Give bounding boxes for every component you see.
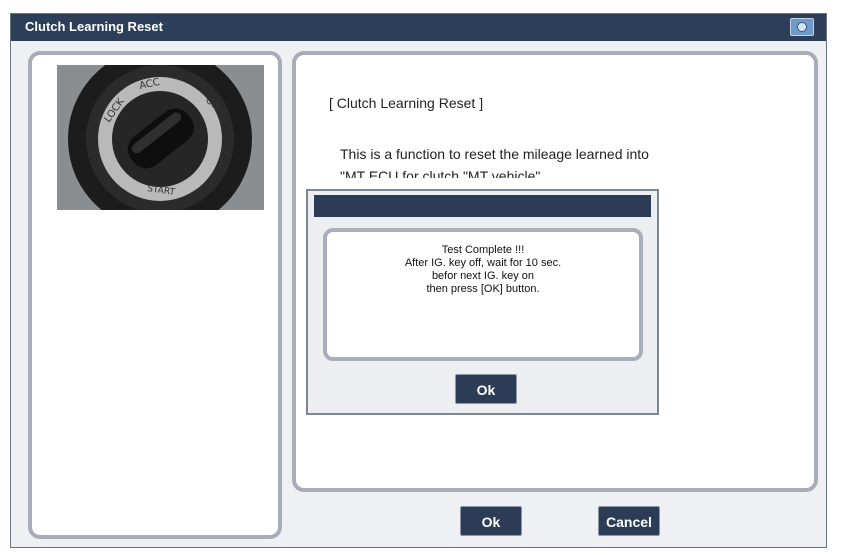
dialog-ok-button[interactable]: Ok <box>455 374 517 404</box>
ignition-key-photo: LOCK ACC ON START <box>57 65 264 210</box>
dialog-message-box: Test Complete !!! After IG. key off, wai… <box>323 228 643 361</box>
dialog-message-line: befor next IG. key on <box>431 270 535 282</box>
function-heading: [ Clutch Learning Reset ] <box>329 95 484 111</box>
camera-icon[interactable] <box>790 18 814 36</box>
dialog-message-line: Test Complete !!! <box>441 244 525 256</box>
cancel-button[interactable]: Cancel <box>598 506 660 536</box>
function-description: This is a function to reset the mileage … <box>340 146 649 162</box>
function-description-continued: "MT ECU for clutch "MT vehicle". <box>340 168 545 178</box>
ok-button[interactable]: Ok <box>460 506 522 536</box>
title-bar: Clutch Learning Reset <box>11 14 826 41</box>
dialog-message-line: After IG. key off, wait for 10 sec. <box>404 257 562 269</box>
dialog-title-bar <box>314 195 651 217</box>
ignition-key-image: LOCK ACC ON START <box>57 65 264 210</box>
dialog-message-line: then press [OK] button. <box>426 283 540 295</box>
test-complete-dialog: Test Complete !!! After IG. key off, wai… <box>306 189 659 415</box>
image-panel: LOCK ACC ON START <box>28 51 282 539</box>
window-title: Clutch Learning Reset <box>25 19 163 34</box>
